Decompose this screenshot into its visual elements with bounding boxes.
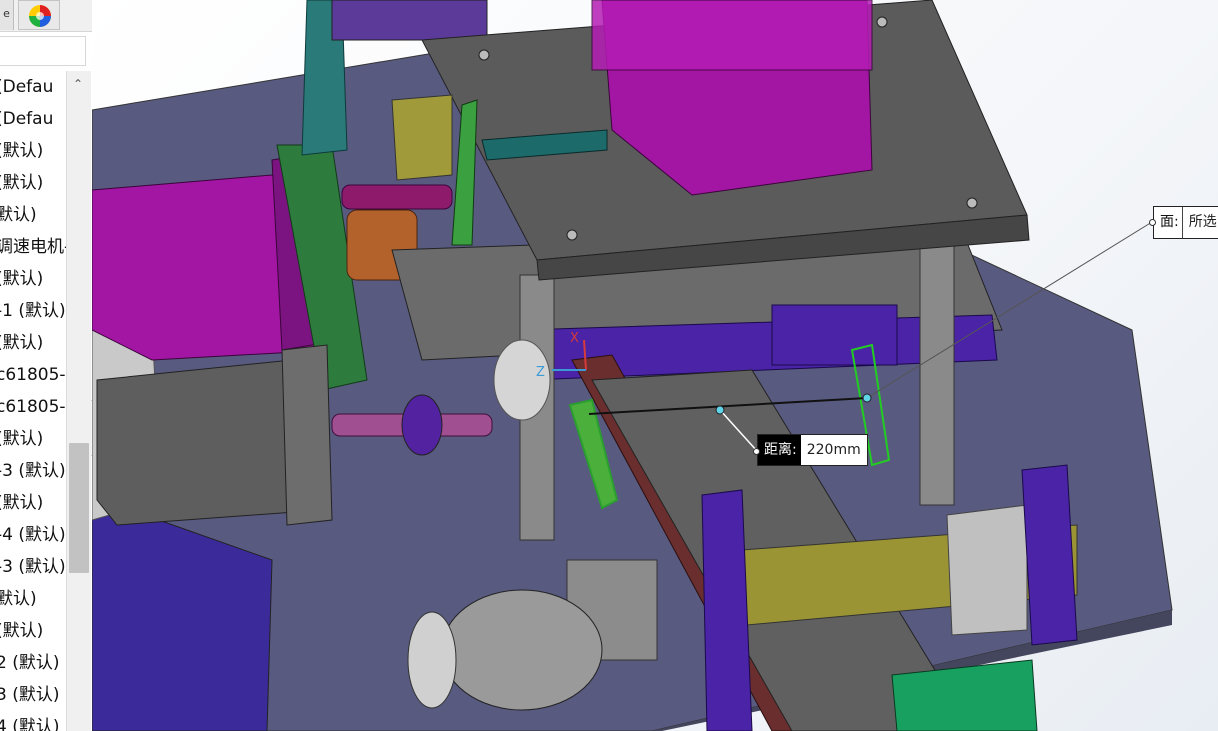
- yellow-sensor-plate: [391, 94, 453, 181]
- tree-item[interactable]: (默认): [0, 135, 66, 167]
- motor-shaft: [341, 184, 453, 210]
- scrollbar-thumb[interactable]: [69, 443, 89, 573]
- stepper-flange: [281, 344, 333, 526]
- tree-item[interactable]: 4 (默认): [0, 711, 66, 731]
- tree-item[interactable]: (Defau: [0, 71, 66, 103]
- right-bracket: [1021, 464, 1078, 646]
- tree-item[interactable]: (默认): [0, 487, 66, 519]
- cylinder-body: [946, 504, 1028, 636]
- bolt-hole: [478, 49, 490, 61]
- tree-item[interactable]: (默认): [0, 263, 66, 295]
- face-label: 面:: [1154, 207, 1183, 238]
- tree-item[interactable]: (默认): [0, 327, 66, 359]
- tree-item[interactable]: c61805-: [0, 391, 66, 423]
- tree-scrollbar[interactable]: ⌃: [66, 71, 91, 731]
- tree-item[interactable]: (Defau: [0, 103, 66, 135]
- tree-item[interactable]: 2 (默认): [0, 647, 66, 679]
- tree-item[interactable]: 默认): [0, 199, 66, 231]
- top-motor-flange: [591, 0, 873, 71]
- distance-callout[interactable]: 距离: 220mm: [757, 434, 868, 466]
- column-bushing: [493, 339, 551, 421]
- tree-item[interactable]: -3 (默认): [0, 455, 66, 487]
- measure-point: [862, 393, 872, 403]
- cad-model[interactable]: X Z: [92, 0, 1218, 731]
- distance-value: 220mm: [806, 442, 861, 458]
- tree-item[interactable]: 默认): [0, 583, 66, 615]
- callout-anchor: [1149, 219, 1156, 226]
- gear-motor-endcap: [407, 611, 457, 709]
- tree-item[interactable]: -1 (默认): [0, 295, 66, 327]
- bolt-hole: [966, 197, 978, 209]
- tree-item[interactable]: 调速电机-: [0, 231, 66, 263]
- callout-anchor: [753, 448, 760, 455]
- tree-item[interactable]: (默认): [0, 423, 66, 455]
- face-callout[interactable]: 面: 所选: [1153, 206, 1218, 239]
- screw-nut: [401, 394, 443, 456]
- triad-z-label: Z: [536, 365, 545, 380]
- face-value: 所选: [1188, 214, 1217, 230]
- graphics-viewport[interactable]: X Z 距离: 220mm 面: 所选: [92, 0, 1218, 731]
- slide-block: [771, 304, 898, 366]
- scroll-up-icon[interactable]: ⌃: [70, 77, 86, 91]
- triad-x-label: X: [570, 331, 579, 346]
- tree-toolbar: e: [0, 0, 92, 32]
- tree-item[interactable]: -3 (默认): [0, 551, 66, 583]
- measure-point: [715, 405, 725, 415]
- top-block: [331, 0, 488, 41]
- appearance-button[interactable]: [18, 0, 60, 30]
- tree-item[interactable]: c61805-: [0, 359, 66, 391]
- tree-item[interactable]: (默认): [0, 615, 66, 647]
- tree-tab[interactable]: e: [0, 0, 14, 30]
- distance-label: 距离:: [758, 435, 801, 465]
- bolt-hole: [876, 16, 888, 28]
- column-right: [919, 239, 955, 506]
- feature-tree: (Defau (Defau (默认) (默认) 默认) 调速电机- (默认) -…: [0, 71, 66, 731]
- tree-filter-input[interactable]: [0, 36, 86, 66]
- bolt-hole: [566, 229, 578, 241]
- feature-tree-panel: e (Defau (Defau (默认) (默认) 默认) 调速电机- (默认)…: [0, 0, 93, 731]
- gear-motor-body: [441, 589, 603, 711]
- tree-item[interactable]: -4 (默认): [0, 519, 66, 551]
- appearance-icon: [29, 5, 51, 27]
- tree-item[interactable]: (默认): [0, 167, 66, 199]
- tree-item[interactable]: 3 (默认): [0, 679, 66, 711]
